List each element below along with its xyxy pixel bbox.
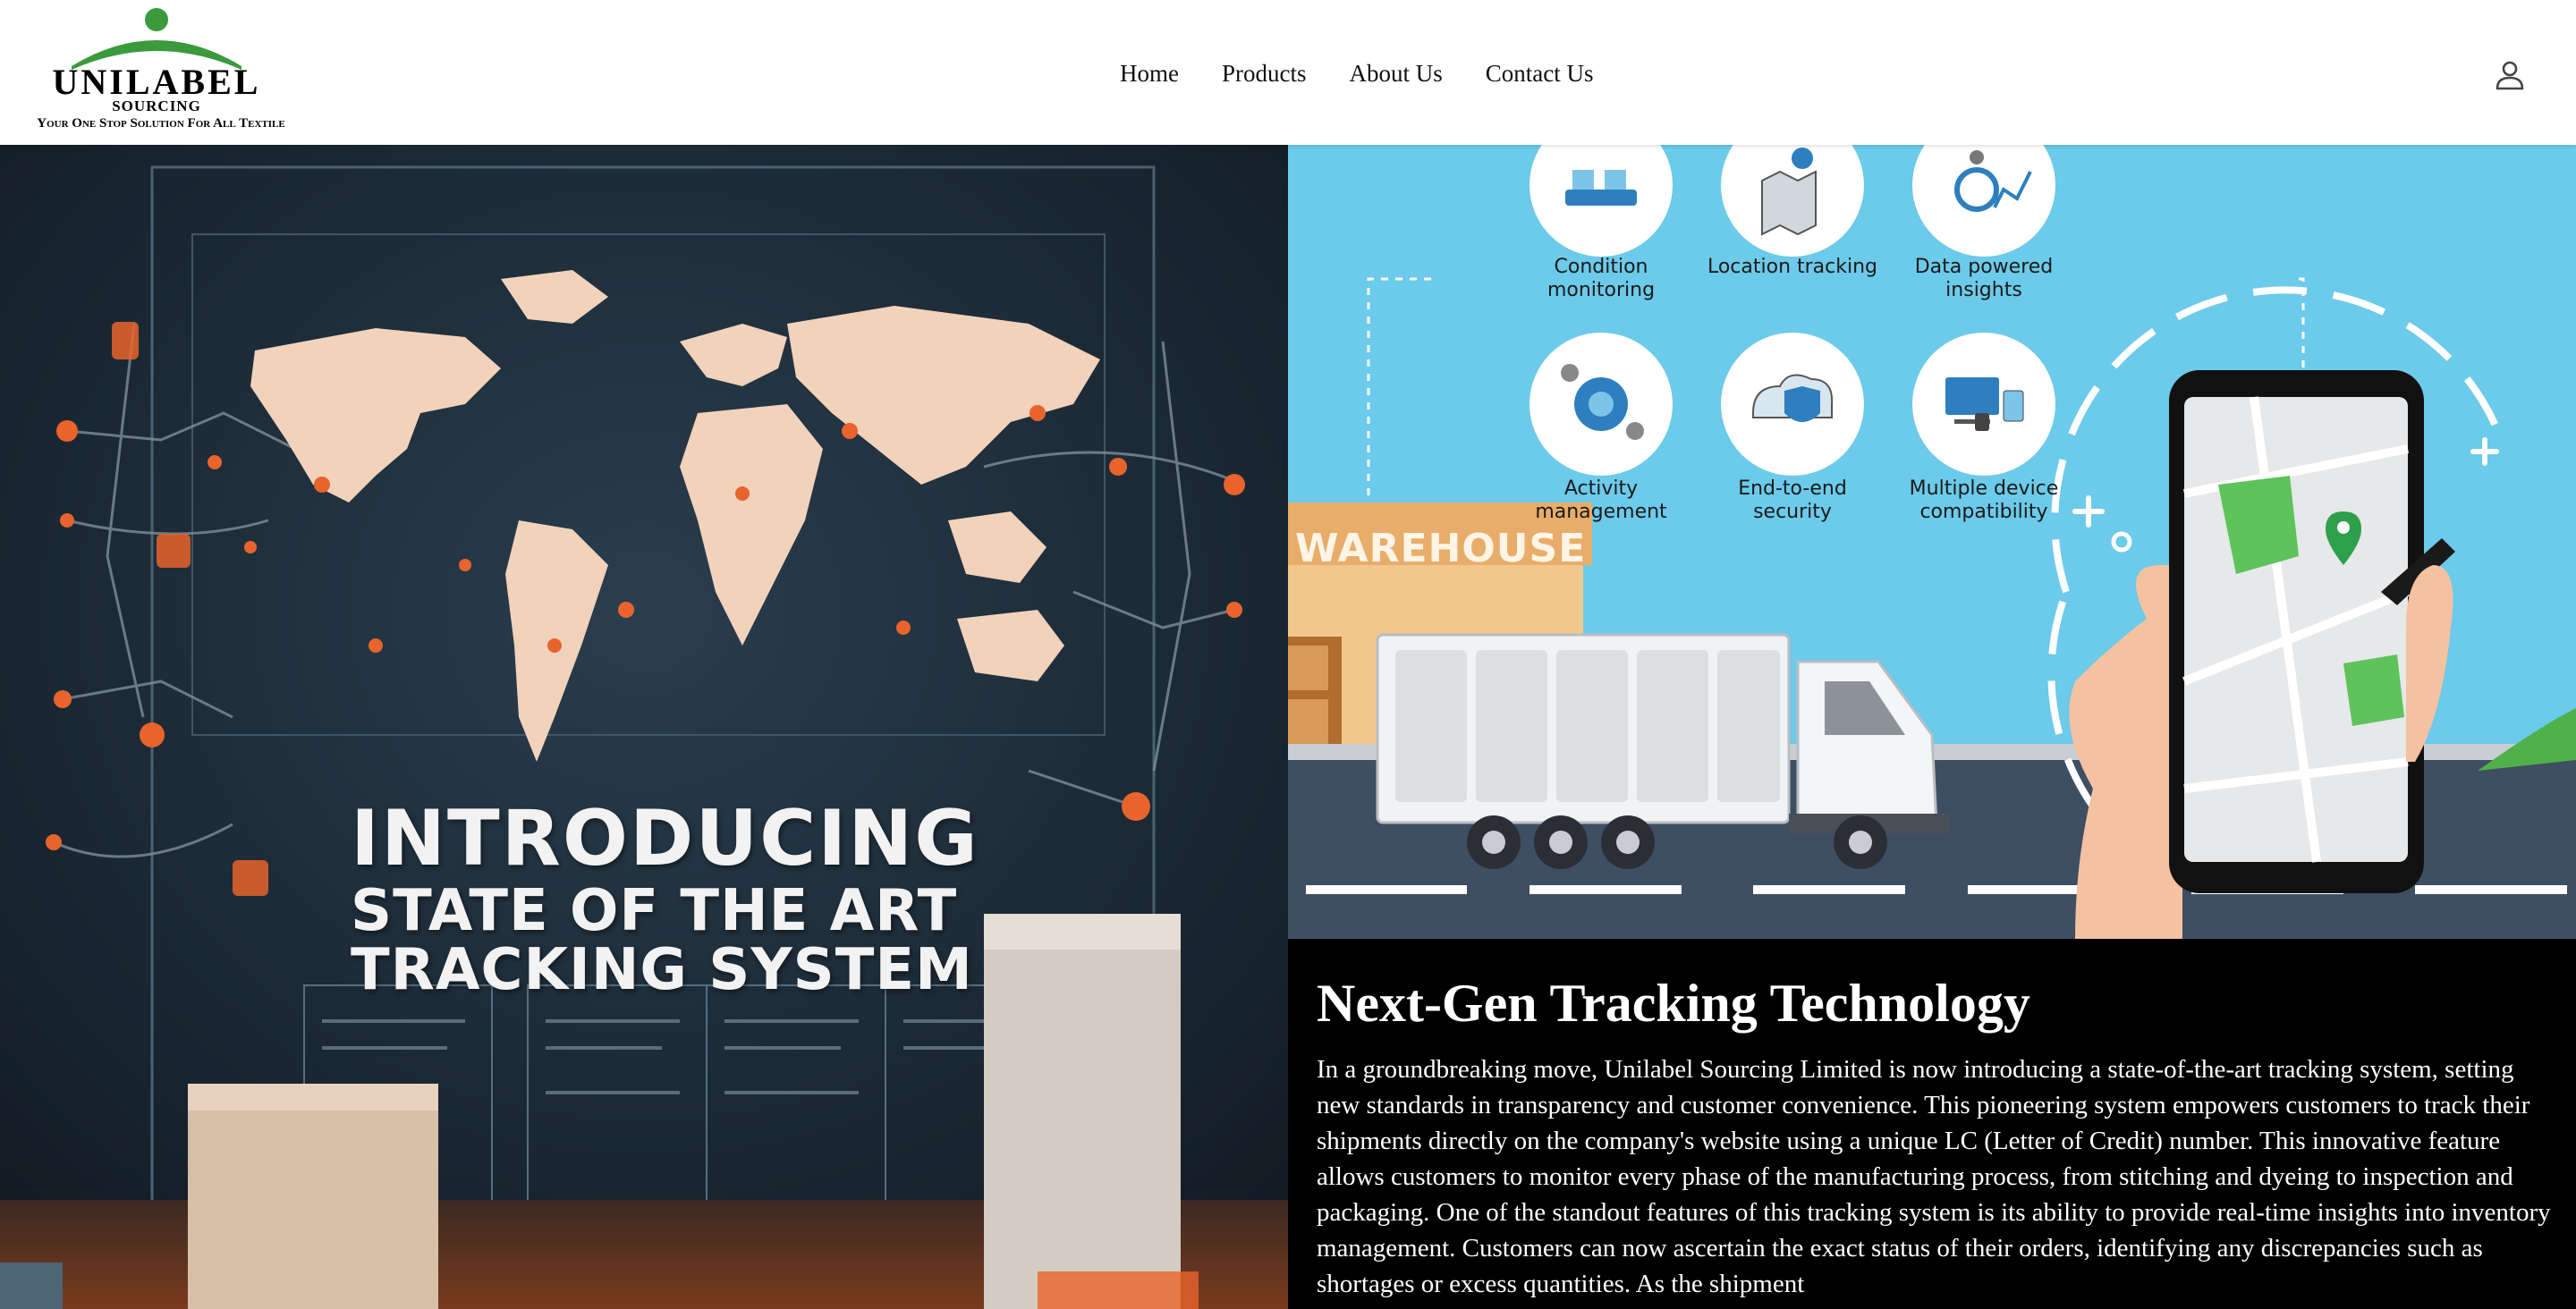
logo-name: UNILABEL [52,62,261,102]
site-header: UNILABEL SOURCING Your One Stop Solution… [0,0,2576,145]
nav-contact-us[interactable]: Contact Us [1486,60,1594,88]
feature-location-tracking: Location tracking [1707,256,1878,278]
hero-banner-image: INTRODUCING STATE OF THE ART TRACKING SY… [0,145,1288,1309]
warehouse-sign: WAREHOUSE [1295,526,1587,571]
hero-line-introducing: INTRODUCING [351,794,979,883]
hero-line-tracking-system: TRACKING SYSTEM [351,937,973,1003]
main-nav: Home Products About Us Contact Us [1120,55,1594,91]
hero-line-state-of-art: STATE OF THE ART [351,878,958,944]
feature-end-to-end-security: End-to-end security [1738,477,1847,523]
user-account-icon[interactable] [2494,59,2526,91]
logo-tagline: Your One Stop Solution For All Textile [37,116,285,131]
nav-products[interactable]: Products [1222,60,1307,88]
tracking-features-illustration: Condition monitoring Location tracking D… [1288,145,2576,939]
article-title: Next-Gen Tracking Technology [1317,974,2030,1033]
article-section: Next-Gen Tracking Technology In a ground… [1288,939,2576,1309]
feature-data-powered-insights: Data powered insights [1914,256,2054,301]
article-body: In a groundbreaking move, Unilabel Sourc… [1317,1055,2551,1298]
unilabel-logo[interactable]: UNILABEL SOURCING Your One Stop Solution… [27,5,295,139]
hero-headline: INTRODUCING STATE OF THE ART TRACKING SY… [351,796,1156,1000]
world-map-illustration [0,145,1288,1309]
logo-subtitle: SOURCING [112,97,201,114]
feature-activity-management: Activity management [1535,477,1667,523]
nav-about-us[interactable]: About Us [1349,60,1442,88]
feature-multiple-device-compatibility: Multiple device compatibility [1909,477,2059,523]
feature-condition-monitoring: Condition monitoring [1546,256,1656,301]
nav-home[interactable]: Home [1120,60,1179,88]
